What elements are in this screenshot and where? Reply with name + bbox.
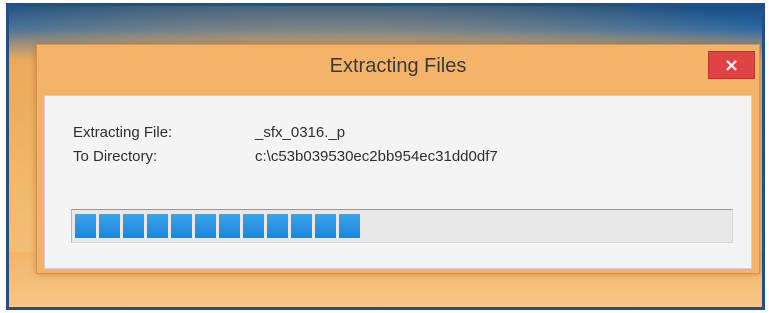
window-title: Extracting Files [329,55,467,77]
progress-segment [315,214,336,238]
progress-segment [147,214,168,238]
to-directory-label: To Directory: [73,148,158,165]
dialog-content: Extracting File: _sfx_0316._p To Directo… [44,95,752,269]
progress-segment [291,214,312,238]
extracting-files-dialog: Extracting Files × Extracting File: _sfx… [36,44,760,274]
progress-segment [339,214,360,238]
progress-segment [99,214,120,238]
progress-segment [267,214,288,238]
to-directory-value: c:\c53b039530ec2bb954ec31dd0df7 [255,148,498,165]
progress-bar [71,209,733,243]
progress-segment [123,214,144,238]
desktop: Extracting Files × Extracting File: _sfx… [6,3,765,310]
progress-segment [243,214,264,238]
extracting-file-value: _sfx_0316._p [255,124,346,141]
progress-segment [195,214,216,238]
extracting-file-label: Extracting File: [73,124,173,141]
progress-segment [75,214,96,238]
close-button[interactable]: × [708,51,755,79]
progress-segment [219,214,240,238]
title-bar[interactable]: Extracting Files × [37,45,759,91]
close-icon: × [723,54,740,76]
progress-segment [171,214,192,238]
